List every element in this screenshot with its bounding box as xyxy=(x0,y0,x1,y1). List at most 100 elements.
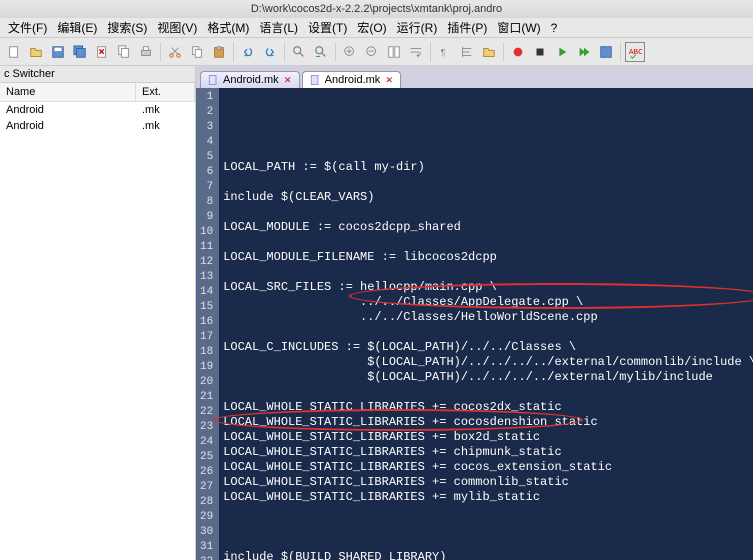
code-line[interactable]: LOCAL_WHOLE_STATIC_LIBRARIES += cocos2dx… xyxy=(223,400,753,415)
line-number: 32 xyxy=(200,555,213,560)
cut-button[interactable] xyxy=(165,42,185,62)
new-file-button[interactable] xyxy=(4,42,24,62)
menu-plugins[interactable]: 插件(P) xyxy=(443,19,491,36)
left-panel: c Switcher Name Ext. Android .mk Android… xyxy=(0,66,196,560)
folder-button[interactable] xyxy=(479,42,499,62)
code-line[interactable] xyxy=(223,535,753,550)
col-header-name[interactable]: Name xyxy=(0,83,136,101)
code-line[interactable]: LOCAL_SRC_FILES := hellocpp/main.cpp \ xyxy=(223,280,753,295)
redo-button[interactable] xyxy=(260,42,280,62)
paste-button[interactable] xyxy=(209,42,229,62)
code-line[interactable]: LOCAL_WHOLE_STATIC_LIBRARIES += mylib_st… xyxy=(223,490,753,505)
line-number: 5 xyxy=(200,150,213,165)
code-line[interactable] xyxy=(223,235,753,250)
code-line[interactable]: include $(BUILD_SHARED_LIBRARY) xyxy=(223,550,753,560)
menu-view[interactable]: 视图(V) xyxy=(153,19,201,36)
menu-help[interactable]: ? xyxy=(547,21,562,35)
menu-bar: 文件(F) 编辑(E) 搜索(S) 视图(V) 格式(M) 语言(L) 设置(T… xyxy=(0,18,753,38)
menu-macro[interactable]: 宏(O) xyxy=(353,19,390,36)
line-number: 4 xyxy=(200,135,213,150)
code-line[interactable]: LOCAL_MODULE := cocos2dcpp_shared xyxy=(223,220,753,235)
code-line[interactable] xyxy=(223,325,753,340)
tab-android-mk-1[interactable]: Android.mk ✕ xyxy=(200,71,300,88)
file-row[interactable]: Android .mk xyxy=(0,102,195,118)
zoom-out-button[interactable] xyxy=(362,42,382,62)
macro-save-button[interactable] xyxy=(596,42,616,62)
line-number: 25 xyxy=(200,450,213,465)
close-all-button[interactable] xyxy=(114,42,134,62)
code-content[interactable]: LOCAL_PATH := $(call my-dir) include $(CL… xyxy=(219,88,753,560)
file-list-header: Name Ext. xyxy=(0,83,195,102)
code-line[interactable] xyxy=(223,505,753,520)
line-number: 18 xyxy=(200,345,213,360)
spell-check-button[interactable]: ABC xyxy=(625,42,645,62)
menu-file[interactable]: 文件(F) xyxy=(4,19,51,36)
menu-settings[interactable]: 设置(T) xyxy=(304,19,351,36)
code-line[interactable] xyxy=(223,175,753,190)
code-line[interactable] xyxy=(223,520,753,535)
code-line[interactable]: ../../Classes/AppDelegate.cpp \ xyxy=(223,295,753,310)
code-line[interactable] xyxy=(223,205,753,220)
file-icon xyxy=(309,74,321,86)
code-line[interactable]: LOCAL_MODULE_FILENAME := libcocos2dcpp xyxy=(223,250,753,265)
code-line[interactable]: LOCAL_WHOLE_STATIC_LIBRARIES += cocosden… xyxy=(223,415,753,430)
tab-bar: Android.mk ✕ Android.mk ✕ xyxy=(196,66,753,88)
col-header-ext[interactable]: Ext. xyxy=(136,83,195,101)
file-row[interactable]: Android .mk xyxy=(0,118,195,134)
svg-text:¶: ¶ xyxy=(441,47,446,57)
code-line[interactable]: LOCAL_WHOLE_STATIC_LIBRARIES += chipmunk… xyxy=(223,445,753,460)
file-ext: .mk xyxy=(136,118,195,134)
code-editor[interactable]: 1234567891011121314151617181920212223242… xyxy=(196,88,753,560)
line-number: 10 xyxy=(200,225,213,240)
show-all-chars-button[interactable]: ¶ xyxy=(435,42,455,62)
macro-stop-button[interactable] xyxy=(530,42,550,62)
toolbar-separator xyxy=(160,42,161,62)
macro-play-multi-button[interactable] xyxy=(574,42,594,62)
line-number: 8 xyxy=(200,195,213,210)
code-line[interactable]: ../../Classes/HelloWorldScene.cpp xyxy=(223,310,753,325)
line-number: 22 xyxy=(200,405,213,420)
file-icon xyxy=(207,74,219,86)
save-button[interactable] xyxy=(48,42,68,62)
menu-run[interactable]: 运行(R) xyxy=(393,19,442,36)
menu-edit[interactable]: 编辑(E) xyxy=(53,19,101,36)
indent-guide-button[interactable] xyxy=(457,42,477,62)
find-button[interactable] xyxy=(289,42,309,62)
code-line[interactable]: LOCAL_WHOLE_STATIC_LIBRARIES += box2d_st… xyxy=(223,430,753,445)
code-line[interactable]: include $(CLEAR_VARS) xyxy=(223,190,753,205)
tab-label: Android.mk xyxy=(325,74,381,86)
tab-android-mk-2[interactable]: Android.mk ✕ xyxy=(302,71,402,88)
save-all-button[interactable] xyxy=(70,42,90,62)
title-bar: D:\work\cocos2d-x-2.2.2\projects\xmtank\… xyxy=(0,0,753,18)
code-line[interactable]: LOCAL_PATH := $(call my-dir) xyxy=(223,160,753,175)
menu-window[interactable]: 窗口(W) xyxy=(493,19,544,36)
code-line[interactable]: $(LOCAL_PATH)/../../../../external/commo… xyxy=(223,355,753,370)
zoom-in-button[interactable] xyxy=(340,42,360,62)
open-file-button[interactable] xyxy=(26,42,46,62)
menu-language[interactable]: 语言(L) xyxy=(255,19,302,36)
close-icon[interactable]: ✕ xyxy=(283,75,293,85)
close-icon[interactable]: ✕ xyxy=(384,75,394,85)
macro-record-button[interactable] xyxy=(508,42,528,62)
code-line[interactable] xyxy=(223,265,753,280)
code-line[interactable]: LOCAL_WHOLE_STATIC_LIBRARIES += commonli… xyxy=(223,475,753,490)
menu-search[interactable]: 搜索(S) xyxy=(103,19,151,36)
replace-button[interactable] xyxy=(311,42,331,62)
line-number: 16 xyxy=(200,315,213,330)
menu-format[interactable]: 格式(M) xyxy=(203,19,253,36)
toolbar-separator xyxy=(284,42,285,62)
code-line[interactable]: $(LOCAL_PATH)/../../../../external/mylib… xyxy=(223,370,753,385)
macro-play-button[interactable] xyxy=(552,42,572,62)
line-number-gutter: 1234567891011121314151617181920212223242… xyxy=(196,88,219,560)
word-wrap-button[interactable] xyxy=(406,42,426,62)
line-number: 28 xyxy=(200,495,213,510)
line-number: 29 xyxy=(200,510,213,525)
sync-scroll-button[interactable] xyxy=(384,42,404,62)
code-line[interactable] xyxy=(223,385,753,400)
copy-button[interactable] xyxy=(187,42,207,62)
close-button[interactable] xyxy=(92,42,112,62)
undo-button[interactable] xyxy=(238,42,258,62)
code-line[interactable]: LOCAL_WHOLE_STATIC_LIBRARIES += cocos_ex… xyxy=(223,460,753,475)
code-line[interactable]: LOCAL_C_INCLUDES := $(LOCAL_PATH)/../../… xyxy=(223,340,753,355)
print-button[interactable] xyxy=(136,42,156,62)
